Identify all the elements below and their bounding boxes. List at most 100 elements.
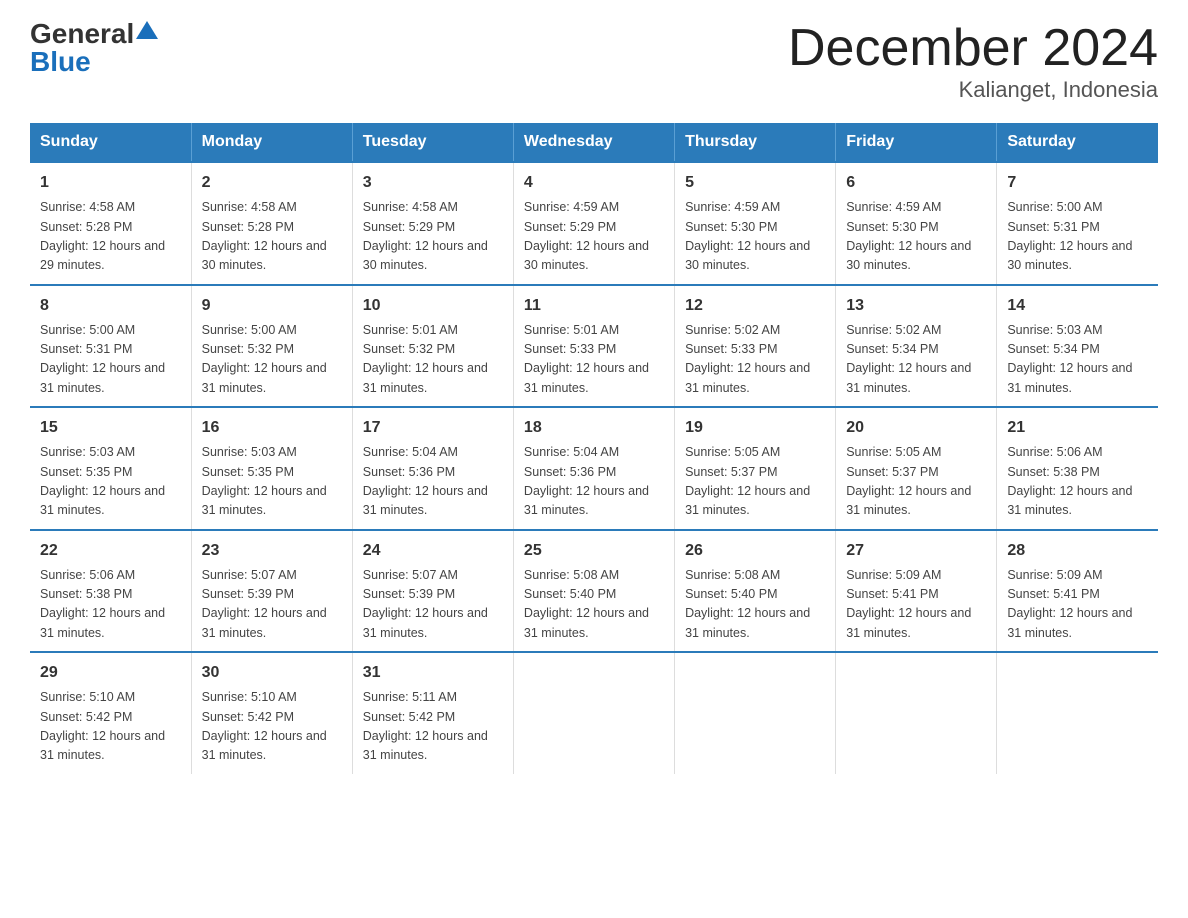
table-row: 20 Sunrise: 5:05 AMSunset: 5:37 PMDayligh… <box>836 407 997 530</box>
table-row: 8Sunrise: 5:00 AMSunset: 5:31 PMDaylight… <box>30 285 191 408</box>
calendar-week-row: 29 Sunrise: 5:10 AMSunset: 5:42 PMDayligh… <box>30 652 1158 774</box>
table-row: 6Sunrise: 4:59 AMSunset: 5:30 PMDaylight… <box>836 162 997 285</box>
day-info: Sunrise: 5:06 AMSunset: 5:38 PMDaylight:… <box>1007 443 1148 521</box>
day-number: 28 <box>1007 539 1148 563</box>
day-info: Sunrise: 5:08 AMSunset: 5:40 PMDaylight:… <box>685 566 825 644</box>
day-number: 7 <box>1007 171 1148 195</box>
day-number: 21 <box>1007 416 1148 440</box>
table-row: 12 Sunrise: 5:02 AMSunset: 5:33 PMDayligh… <box>675 285 836 408</box>
day-number: 2 <box>202 171 342 195</box>
day-info: Sunrise: 5:03 AMSunset: 5:34 PMDaylight:… <box>1007 321 1148 399</box>
col-saturday: Saturday <box>997 123 1158 162</box>
day-info: Sunrise: 5:11 AMSunset: 5:42 PMDaylight:… <box>363 688 503 766</box>
day-number: 1 <box>40 171 181 195</box>
table-row: 9 Sunrise: 5:00 AMSunset: 5:32 PMDaylight… <box>191 285 352 408</box>
day-info: Sunrise: 5:03 AMSunset: 5:35 PMDaylight:… <box>202 443 342 521</box>
table-row: 23 Sunrise: 5:07 AMSunset: 5:39 PMDayligh… <box>191 530 352 653</box>
table-row: 18 Sunrise: 5:04 AMSunset: 5:36 PMDayligh… <box>513 407 674 530</box>
col-thursday: Thursday <box>675 123 836 162</box>
table-row: 16 Sunrise: 5:03 AMSunset: 5:35 PMDayligh… <box>191 407 352 530</box>
table-row: 14 Sunrise: 5:03 AMSunset: 5:34 PMDayligh… <box>997 285 1158 408</box>
col-tuesday: Tuesday <box>352 123 513 162</box>
day-number: 3 <box>363 171 503 195</box>
logo: General Blue <box>30 20 158 76</box>
day-info: Sunrise: 5:09 AMSunset: 5:41 PMDaylight:… <box>1007 566 1148 644</box>
day-number: 17 <box>363 416 503 440</box>
table-row: 17 Sunrise: 5:04 AMSunset: 5:36 PMDayligh… <box>352 407 513 530</box>
day-number: 27 <box>846 539 986 563</box>
day-number: 25 <box>524 539 664 563</box>
day-info: Sunrise: 5:03 AMSunset: 5:35 PMDaylight:… <box>40 443 181 521</box>
day-number: 13 <box>846 294 986 318</box>
page-header: General Blue December 2024 Kalianget, In… <box>30 20 1158 103</box>
day-number: 22 <box>40 539 181 563</box>
day-number: 9 <box>202 294 342 318</box>
table-row: 5 Sunrise: 4:59 AMSunset: 5:30 PMDaylight… <box>675 162 836 285</box>
day-info: Sunrise: 4:58 AMSunset: 5:28 PMDaylight:… <box>202 198 342 276</box>
table-row: 31 Sunrise: 5:11 AMSunset: 5:42 PMDayligh… <box>352 652 513 774</box>
day-info: Sunrise: 4:59 AMSunset: 5:29 PMDaylight:… <box>524 198 664 276</box>
day-number: 31 <box>363 661 503 685</box>
table-row <box>997 652 1158 774</box>
day-info: Sunrise: 5:09 AMSunset: 5:41 PMDaylight:… <box>846 566 986 644</box>
day-info: Sunrise: 5:01 AMSunset: 5:32 PMDaylight:… <box>363 321 503 399</box>
day-info: Sunrise: 5:06 AMSunset: 5:38 PMDaylight:… <box>40 566 181 644</box>
day-number: 19 <box>685 416 825 440</box>
day-info: Sunrise: 5:10 AMSunset: 5:42 PMDaylight:… <box>202 688 342 766</box>
day-number: 12 <box>685 294 825 318</box>
day-info: Sunrise: 5:00 AMSunset: 5:32 PMDaylight:… <box>202 321 342 399</box>
col-wednesday: Wednesday <box>513 123 674 162</box>
day-info: Sunrise: 4:58 AMSunset: 5:28 PMDaylight:… <box>40 198 181 276</box>
logo-general: General <box>30 20 134 48</box>
table-row: 19Sunrise: 5:05 AMSunset: 5:37 PMDayligh… <box>675 407 836 530</box>
table-row: 11 Sunrise: 5:01 AMSunset: 5:33 PMDayligh… <box>513 285 674 408</box>
table-row: 13 Sunrise: 5:02 AMSunset: 5:34 PMDayligh… <box>836 285 997 408</box>
logo-blue: Blue <box>30 48 91 76</box>
day-info: Sunrise: 4:58 AMSunset: 5:29 PMDaylight:… <box>363 198 503 276</box>
day-number: 20 <box>846 416 986 440</box>
table-row: 3 Sunrise: 4:58 AMSunset: 5:29 PMDaylight… <box>352 162 513 285</box>
table-row: 25Sunrise: 5:08 AMSunset: 5:40 PMDayligh… <box>513 530 674 653</box>
day-number: 29 <box>40 661 181 685</box>
day-number: 15 <box>40 416 181 440</box>
table-row <box>675 652 836 774</box>
col-sunday: Sunday <box>30 123 191 162</box>
calendar-week-row: 1 Sunrise: 4:58 AMSunset: 5:28 PMDaylight… <box>30 162 1158 285</box>
table-row <box>836 652 997 774</box>
calendar-header-row: Sunday Monday Tuesday Wednesday Thursday… <box>30 123 1158 162</box>
day-info: Sunrise: 5:05 AMSunset: 5:37 PMDaylight:… <box>846 443 986 521</box>
day-info: Sunrise: 5:04 AMSunset: 5:36 PMDaylight:… <box>524 443 664 521</box>
day-info: Sunrise: 5:07 AMSunset: 5:39 PMDaylight:… <box>202 566 342 644</box>
day-number: 18 <box>524 416 664 440</box>
day-number: 4 <box>524 171 664 195</box>
day-info: Sunrise: 5:01 AMSunset: 5:33 PMDaylight:… <box>524 321 664 399</box>
day-number: 5 <box>685 171 825 195</box>
day-info: Sunrise: 5:10 AMSunset: 5:42 PMDaylight:… <box>40 688 181 766</box>
day-info: Sunrise: 5:07 AMSunset: 5:39 PMDaylight:… <box>363 566 503 644</box>
table-row: 1 Sunrise: 4:58 AMSunset: 5:28 PMDaylight… <box>30 162 191 285</box>
calendar-table: Sunday Monday Tuesday Wednesday Thursday… <box>30 123 1158 774</box>
day-number: 14 <box>1007 294 1148 318</box>
day-info: Sunrise: 5:02 AMSunset: 5:33 PMDaylight:… <box>685 321 825 399</box>
title-block: December 2024 Kalianget, Indonesia <box>788 20 1158 103</box>
day-number: 10 <box>363 294 503 318</box>
calendar-week-row: 22 Sunrise: 5:06 AMSunset: 5:38 PMDayligh… <box>30 530 1158 653</box>
day-number: 30 <box>202 661 342 685</box>
day-number: 26 <box>685 539 825 563</box>
table-row: 10 Sunrise: 5:01 AMSunset: 5:32 PMDayligh… <box>352 285 513 408</box>
table-row: 26 Sunrise: 5:08 AMSunset: 5:40 PMDayligh… <box>675 530 836 653</box>
day-number: 23 <box>202 539 342 563</box>
day-number: 11 <box>524 294 664 318</box>
col-friday: Friday <box>836 123 997 162</box>
day-info: Sunrise: 5:02 AMSunset: 5:34 PMDaylight:… <box>846 321 986 399</box>
day-number: 16 <box>202 416 342 440</box>
table-row: 24Sunrise: 5:07 AMSunset: 5:39 PMDayligh… <box>352 530 513 653</box>
table-row: 28 Sunrise: 5:09 AMSunset: 5:41 PMDayligh… <box>997 530 1158 653</box>
table-row: 2 Sunrise: 4:58 AMSunset: 5:28 PMDaylight… <box>191 162 352 285</box>
table-row: 4 Sunrise: 4:59 AMSunset: 5:29 PMDaylight… <box>513 162 674 285</box>
page-title: December 2024 <box>788 20 1158 77</box>
day-info: Sunrise: 4:59 AMSunset: 5:30 PMDaylight:… <box>846 198 986 276</box>
day-info: Sunrise: 4:59 AMSunset: 5:30 PMDaylight:… <box>685 198 825 276</box>
calendar-week-row: 8Sunrise: 5:00 AMSunset: 5:31 PMDaylight… <box>30 285 1158 408</box>
day-info: Sunrise: 5:04 AMSunset: 5:36 PMDaylight:… <box>363 443 503 521</box>
